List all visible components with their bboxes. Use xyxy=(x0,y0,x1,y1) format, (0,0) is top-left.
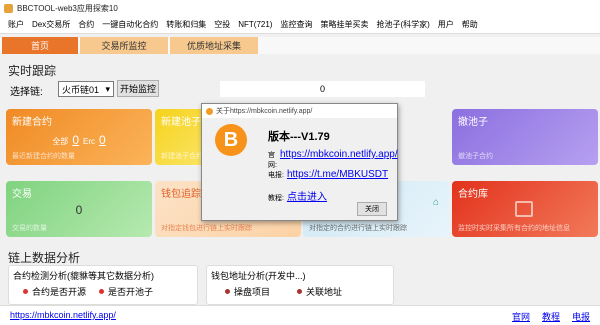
panel-title: 合约检测分析(貔貅等其它数据分析) xyxy=(13,271,154,281)
card-contract-library[interactable]: 合约库 监控时实时采集所有合约的地址信息 xyxy=(452,181,598,237)
card-new-pool[interactable]: 新建池子 新建池子合约 xyxy=(155,109,205,165)
app-icon xyxy=(4,3,13,13)
menu-bar: 账户 Dex交易所 合约 一键自动化合约 转账和归集 空投 NFT(721) 监… xyxy=(0,16,600,34)
tab-home[interactable]: 首页 xyxy=(2,37,78,54)
menu-user[interactable]: 用户 xyxy=(434,19,458,30)
list-item[interactable]: 操盘项目 xyxy=(225,285,270,298)
chain-label: 选择链: xyxy=(10,87,43,98)
contract-analysis-panel: 合约检测分析(貔貅等其它数据分析) 合约是否开源 是否开池子 xyxy=(8,265,198,305)
home-icon: ⌂ xyxy=(432,197,439,208)
chevron-down-icon: ▾ xyxy=(105,83,110,94)
menu-strategy[interactable]: 策略挂单买卖 xyxy=(316,19,372,30)
realtime-title: 实时跟踪 xyxy=(8,64,57,78)
title-bar: BBCTOOL-web3应用探索10 xyxy=(0,0,600,16)
site-row: 官网: https://mbkcoin.netlify.app/ xyxy=(268,149,398,170)
telegram-row: 电报: https://t.me/MBKUSDT xyxy=(268,169,388,180)
bullet-icon xyxy=(297,289,302,294)
card-title: 新建池子 xyxy=(161,117,201,128)
card-trade[interactable]: 交易 0 交易的数量 xyxy=(6,181,152,237)
menu-dex[interactable]: Dex交易所 xyxy=(28,19,74,30)
wallet-analysis-panel: 钱包地址分析(开发中...) 操盘项目 关联地址 xyxy=(206,265,394,305)
card-subtitle: 监控时实时采集所有合约的地址信息 xyxy=(458,225,570,232)
tab-exchange-monitor[interactable]: 交易所监控 xyxy=(80,37,168,54)
tab-bar: 首页 交易所监控 优质地址采集 xyxy=(0,37,600,54)
card-subtitle: 撤池子合约 xyxy=(458,153,493,160)
status-link-tutorial[interactable]: 教程 xyxy=(542,310,560,323)
tutorial-link[interactable]: 点击进入 xyxy=(287,188,327,203)
card-subtitle: 对指定的合约进行链上实时跟踪 xyxy=(309,225,407,232)
bullet-icon xyxy=(99,289,104,294)
version-label: 版本---V1.79 xyxy=(268,131,330,143)
item-label: 操盘项目 xyxy=(234,287,271,297)
list-item[interactable]: 关联地址 xyxy=(297,285,342,298)
all-label: 全部 xyxy=(52,137,69,146)
menu-sniper[interactable]: 抢池子(科学家) xyxy=(372,19,433,30)
start-monitor-button[interactable]: 开始监控 xyxy=(117,80,159,97)
card-subtitle: 最近新建合约的数量 xyxy=(12,153,75,160)
site-label: 官网: xyxy=(268,152,277,169)
bullet-icon xyxy=(225,289,230,294)
menu-account[interactable]: 账户 xyxy=(4,19,28,30)
menu-nft[interactable]: NFT(721) xyxy=(234,20,276,29)
erc-label: Erc xyxy=(83,137,95,146)
menu-monitor[interactable]: 监控查询 xyxy=(276,19,316,30)
list-item[interactable]: 是否开池子 xyxy=(99,285,153,298)
about-dialog: 关于https://mbkcoin.netlify.app/ B 版本---V1… xyxy=(201,103,398,221)
card-remove-pool[interactable]: 撤池子 撤池子合约 xyxy=(452,109,598,165)
app-icon xyxy=(206,107,213,115)
card-subtitle: 对指定钱包进行链上实时跟踪 xyxy=(161,225,252,232)
tutorial-row: 教程: 点击进入 xyxy=(268,188,327,203)
contract-stats: 全部 0 Erc 0 xyxy=(6,133,152,147)
status-link-telegram[interactable]: 电报 xyxy=(572,310,590,323)
dialog-titlebar: 关于https://mbkcoin.netlify.app/ xyxy=(202,104,397,118)
bitcoin-icon: B xyxy=(215,124,247,156)
bullet-icon xyxy=(23,289,28,294)
status-site-link[interactable]: https://mbkcoin.netlify.app/ xyxy=(10,310,116,320)
chain-select[interactable]: 火币链01 ▾ xyxy=(58,81,114,97)
close-button[interactable]: 关闭 xyxy=(357,202,387,216)
card-title: 撤池子 xyxy=(458,117,488,128)
card-subtitle: 新建池子合约 xyxy=(161,153,203,160)
tab-address-collect[interactable]: 优质地址采集 xyxy=(170,37,258,54)
status-links: 官网 教程 电报 xyxy=(512,310,590,323)
item-label: 关联地址 xyxy=(306,287,343,297)
dialog-title: 关于https://mbkcoin.netlify.app/ xyxy=(216,108,313,115)
card-title: 钱包追踪 xyxy=(161,189,201,200)
window-title: BBCTOOL-web3应用探索10 xyxy=(17,3,118,13)
menu-transfer[interactable]: 转账和归集 xyxy=(162,19,210,30)
card-title: 合约库 xyxy=(458,189,488,200)
site-link[interactable]: https://mbkcoin.netlify.app/ xyxy=(280,149,398,160)
card-title: 交易 xyxy=(12,189,32,200)
erc-value[interactable]: 0 xyxy=(99,133,106,147)
menu-help[interactable]: 帮助 xyxy=(458,19,482,30)
menu-airdrop[interactable]: 空投 xyxy=(210,19,234,30)
card-new-contract[interactable]: 新建合约 全部 0 Erc 0 最近新建合约的数量 xyxy=(6,109,152,165)
card-title: 新建合约 xyxy=(12,117,52,128)
card-subtitle: 交易的数量 xyxy=(12,225,47,232)
item-label: 是否开池子 xyxy=(108,287,154,297)
analysis-title: 链上数据分析 xyxy=(8,251,81,265)
telegram-label: 电报: xyxy=(268,172,284,179)
status-link-site[interactable]: 官网 xyxy=(512,310,530,323)
status-bar: https://mbkcoin.netlify.app/ 官网 教程 电报 xyxy=(0,305,600,325)
trade-value: 0 xyxy=(75,203,83,217)
all-value[interactable]: 0 xyxy=(72,133,79,147)
library-icon xyxy=(515,201,533,217)
menu-contract[interactable]: 合约 xyxy=(74,19,98,30)
chain-select-value: 火币链01 xyxy=(62,84,100,95)
telegram-link[interactable]: https://t.me/MBKUSDT xyxy=(287,169,388,180)
item-label: 合约是否开源 xyxy=(32,287,87,297)
tutorial-label: 教程: xyxy=(268,195,284,202)
list-item[interactable]: 合约是否开源 xyxy=(23,285,86,298)
panel-title: 钱包地址分析(开发中...) xyxy=(211,271,306,281)
menu-auto-contract[interactable]: 一键自动化合约 xyxy=(98,19,162,30)
realtime-counter: 0 xyxy=(220,81,425,97)
